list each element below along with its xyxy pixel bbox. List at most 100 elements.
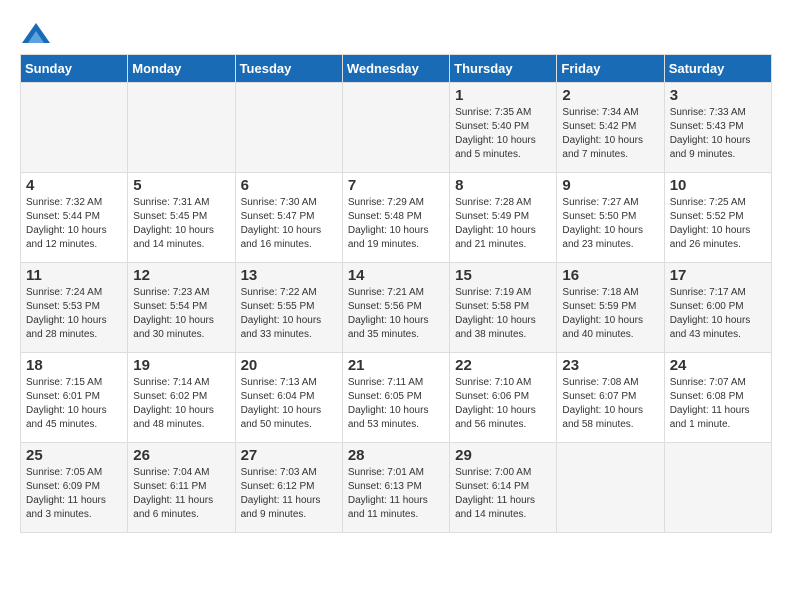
day-info: Sunrise: 7:14 AMSunset: 6:02 PMDaylight:…: [133, 376, 229, 432]
calendar-header-row: SundayMondayTuesdayWednesdayThursdayFrid…: [21, 55, 772, 83]
day-number: 13: [241, 267, 337, 284]
day-info: Sunrise: 7:23 AMSunset: 5:54 PMDaylight:…: [133, 286, 229, 342]
calendar-cell: 16Sunrise: 7:18 AMSunset: 5:59 PMDayligh…: [557, 263, 664, 353]
calendar-cell: 9Sunrise: 7:27 AMSunset: 5:50 PMDaylight…: [557, 173, 664, 263]
calendar-cell: 7 Sunrise: 7:29 AMSunset: 5:48 PMDaylight…: [342, 173, 449, 263]
col-header-saturday: Saturday: [664, 55, 771, 83]
calendar-cell: 15 Sunrise: 7:19 AMSunset: 5:58 PMDayligh…: [450, 263, 557, 353]
calendar-week-4: 18 Sunrise: 7:15 AMSunset: 6:01 PMDayligh…: [21, 353, 772, 443]
day-info: Sunrise: 7:11 AMSunset: 6:05 PMDaylight:…: [348, 376, 444, 432]
day-info: Sunrise: 7:15 AMSunset: 6:01 PMDaylight:…: [26, 376, 122, 432]
col-header-thursday: Thursday: [450, 55, 557, 83]
calendar-cell: 19 Sunrise: 7:14 AMSunset: 6:02 PMDayligh…: [128, 353, 235, 443]
day-number: 4: [26, 177, 122, 194]
day-info: Sunrise: 7:04 AMSunset: 6:11 PMDaylight:…: [133, 466, 229, 522]
day-info: Sunrise: 7:10 AMSunset: 6:06 PMDaylight:…: [455, 376, 551, 432]
day-info: Sunrise: 7:24 AMSunset: 5:53 PMDaylight:…: [26, 286, 122, 342]
calendar-cell: 8Sunrise: 7:28 AMSunset: 5:49 PMDaylight…: [450, 173, 557, 263]
day-info: Sunrise: 7:08 AMSunset: 6:07 PMDaylight:…: [562, 376, 658, 432]
day-number: 1: [455, 87, 551, 104]
day-number: 19: [133, 357, 229, 374]
calendar-cell: 21 Sunrise: 7:11 AMSunset: 6:05 PMDayligh…: [342, 353, 449, 443]
day-number: 11: [26, 267, 122, 284]
day-info: Sunrise: 7:31 AMSunset: 5:45 PMDaylight:…: [133, 196, 229, 252]
calendar-cell: 24 Sunrise: 7:07 AMSunset: 6:08 PMDayligh…: [664, 353, 771, 443]
day-number: 10: [670, 177, 766, 194]
day-number: 27: [241, 447, 337, 464]
day-info: Sunrise: 7:07 AMSunset: 6:08 PMDaylight:…: [670, 376, 766, 432]
day-number: 12: [133, 267, 229, 284]
day-number: 25: [26, 447, 122, 464]
day-number: 20: [241, 357, 337, 374]
day-number: 7: [348, 177, 444, 194]
calendar-cell: 28 Sunrise: 7:01 AMSunset: 6:13 PMDayligh…: [342, 443, 449, 533]
day-number: 6: [241, 177, 337, 194]
day-info: Sunrise: 7:34 AMSunset: 5:42 PMDaylight:…: [562, 106, 658, 162]
day-number: 2: [562, 87, 658, 104]
day-info: Sunrise: 7:22 AMSunset: 5:55 PMDaylight:…: [241, 286, 337, 342]
day-number: 28: [348, 447, 444, 464]
day-number: 29: [455, 447, 551, 464]
calendar-cell: [664, 443, 771, 533]
col-header-sunday: Sunday: [21, 55, 128, 83]
day-info: Sunrise: 7:17 AMSunset: 6:00 PMDaylight:…: [670, 286, 766, 342]
logo-icon: [22, 23, 50, 43]
col-header-monday: Monday: [128, 55, 235, 83]
calendar-cell: [235, 83, 342, 173]
day-number: 21: [348, 357, 444, 374]
day-info: Sunrise: 7:33 AMSunset: 5:43 PMDaylight:…: [670, 106, 766, 162]
day-info: Sunrise: 7:01 AMSunset: 6:13 PMDaylight:…: [348, 466, 444, 522]
calendar-cell: [557, 443, 664, 533]
day-info: Sunrise: 7:19 AMSunset: 5:58 PMDaylight:…: [455, 286, 551, 342]
day-number: 3: [670, 87, 766, 104]
col-header-wednesday: Wednesday: [342, 55, 449, 83]
day-number: 23: [562, 357, 658, 374]
day-info: Sunrise: 7:28 AMSunset: 5:49 PMDaylight:…: [455, 196, 551, 252]
day-number: 18: [26, 357, 122, 374]
day-info: Sunrise: 7:13 AMSunset: 6:04 PMDaylight:…: [241, 376, 337, 432]
calendar-week-3: 11 Sunrise: 7:24 AMSunset: 5:53 PMDayligh…: [21, 263, 772, 353]
day-number: 26: [133, 447, 229, 464]
logo: [20, 20, 50, 44]
day-number: 24: [670, 357, 766, 374]
calendar-cell: 11 Sunrise: 7:24 AMSunset: 5:53 PMDayligh…: [21, 263, 128, 353]
calendar-week-2: 4Sunrise: 7:32 AMSunset: 5:44 PMDaylight…: [21, 173, 772, 263]
calendar-cell: 20 Sunrise: 7:13 AMSunset: 6:04 PMDayligh…: [235, 353, 342, 443]
calendar-cell: 13 Sunrise: 7:22 AMSunset: 5:55 PMDayligh…: [235, 263, 342, 353]
day-number: 14: [348, 267, 444, 284]
day-info: Sunrise: 7:21 AMSunset: 5:56 PMDaylight:…: [348, 286, 444, 342]
logo-text: [20, 20, 50, 44]
calendar-cell: 4Sunrise: 7:32 AMSunset: 5:44 PMDaylight…: [21, 173, 128, 263]
day-number: 22: [455, 357, 551, 374]
day-info: Sunrise: 7:00 AMSunset: 6:14 PMDaylight:…: [455, 466, 551, 522]
calendar-cell: 6Sunrise: 7:30 AMSunset: 5:47 PMDaylight…: [235, 173, 342, 263]
day-info: Sunrise: 7:03 AMSunset: 6:12 PMDaylight:…: [241, 466, 337, 522]
calendar-cell: 23 Sunrise: 7:08 AMSunset: 6:07 PMDayligh…: [557, 353, 664, 443]
calendar-cell: 1 Sunrise: 7:35 AMSunset: 5:40 PMDaylight…: [450, 83, 557, 173]
calendar-cell: [21, 83, 128, 173]
calendar-cell: 5 Sunrise: 7:31 AMSunset: 5:45 PMDaylight…: [128, 173, 235, 263]
calendar-cell: 18 Sunrise: 7:15 AMSunset: 6:01 PMDayligh…: [21, 353, 128, 443]
calendar-cell: 26 Sunrise: 7:04 AMSunset: 6:11 PMDayligh…: [128, 443, 235, 533]
calendar-cell: 3 Sunrise: 7:33 AMSunset: 5:43 PMDaylight…: [664, 83, 771, 173]
calendar-cell: 10 Sunrise: 7:25 AMSunset: 5:52 PMDayligh…: [664, 173, 771, 263]
calendar-cell: 29 Sunrise: 7:00 AMSunset: 6:14 PMDayligh…: [450, 443, 557, 533]
calendar-cell: [128, 83, 235, 173]
day-info: Sunrise: 7:29 AMSunset: 5:48 PMDaylight:…: [348, 196, 444, 252]
calendar-cell: 12 Sunrise: 7:23 AMSunset: 5:54 PMDayligh…: [128, 263, 235, 353]
col-header-friday: Friday: [557, 55, 664, 83]
calendar-cell: 25 Sunrise: 7:05 AMSunset: 6:09 PMDayligh…: [21, 443, 128, 533]
day-info: Sunrise: 7:05 AMSunset: 6:09 PMDaylight:…: [26, 466, 122, 522]
col-header-tuesday: Tuesday: [235, 55, 342, 83]
day-info: Sunrise: 7:35 AMSunset: 5:40 PMDaylight:…: [455, 106, 551, 162]
day-info: Sunrise: 7:27 AMSunset: 5:50 PMDaylight:…: [562, 196, 658, 252]
calendar-cell: 2 Sunrise: 7:34 AMSunset: 5:42 PMDaylight…: [557, 83, 664, 173]
calendar-cell: [342, 83, 449, 173]
calendar-week-1: 1 Sunrise: 7:35 AMSunset: 5:40 PMDaylight…: [21, 83, 772, 173]
day-number: 15: [455, 267, 551, 284]
day-number: 5: [133, 177, 229, 194]
header: [20, 20, 772, 44]
calendar-cell: 27 Sunrise: 7:03 AMSunset: 6:12 PMDayligh…: [235, 443, 342, 533]
day-info: Sunrise: 7:25 AMSunset: 5:52 PMDaylight:…: [670, 196, 766, 252]
calendar-cell: 14 Sunrise: 7:21 AMSunset: 5:56 PMDayligh…: [342, 263, 449, 353]
